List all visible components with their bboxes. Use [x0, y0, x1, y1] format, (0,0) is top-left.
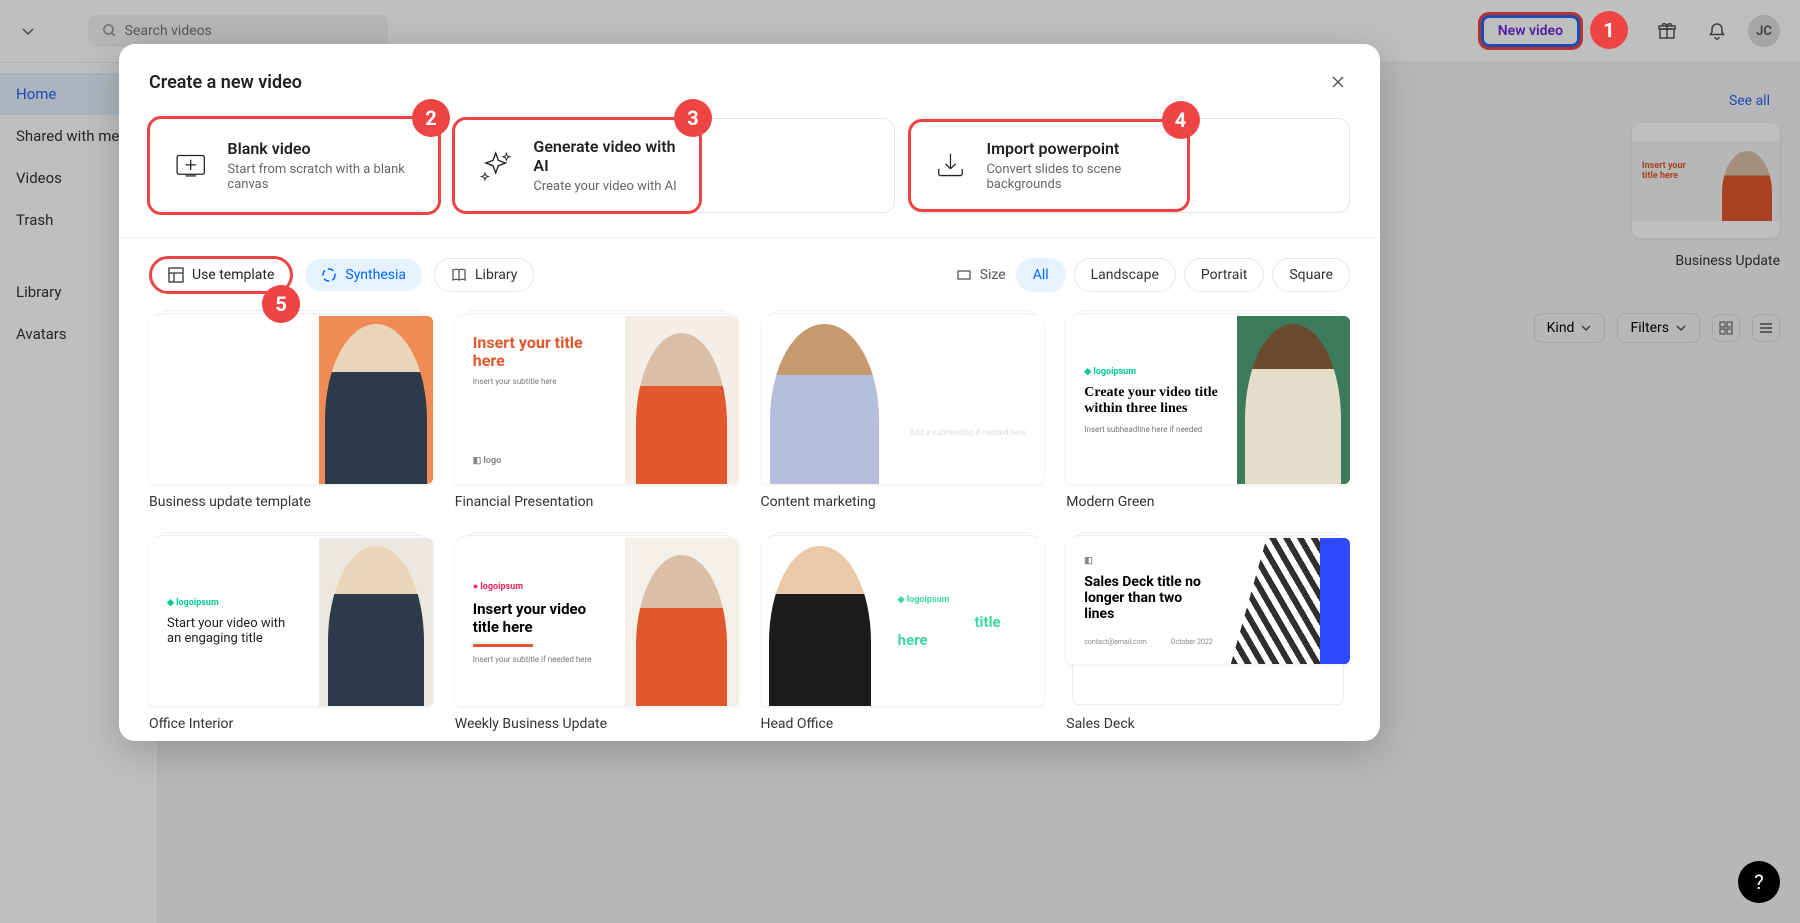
- template-title-text: Sales Deck title no longer than two line…: [1084, 574, 1213, 622]
- logo-chip: ◆ logoipsum: [167, 598, 301, 608]
- synthesia-tab[interactable]: Synthesia: [305, 259, 422, 291]
- import-ppt-card-outer: 4 Import powerpoint Convert slides to sc…: [909, 118, 1351, 213]
- template-card[interactable]: ◆ logoipsum Create your video title with…: [1066, 316, 1350, 510]
- synthesia-icon: [321, 267, 337, 283]
- use-template-tab[interactable]: Use template 5: [149, 256, 293, 294]
- card-subtitle: Create your video with AI: [533, 179, 678, 194]
- generate-ai-card-outer: 3 Generate video with AI Create your vid…: [453, 118, 895, 213]
- annotation-badge-2: 2: [412, 99, 450, 137]
- template-title-text: Insert your title here: [898, 613, 1027, 649]
- template-grid: ◧ logoipsum Enter your video engaging vi…: [119, 304, 1380, 741]
- template-title-text: Enter your video engaging video title he…: [167, 386, 301, 433]
- template-icon: [168, 267, 184, 283]
- logo-chip: ◧ logoipsum: [167, 368, 301, 378]
- logo-chip: ● logoipsum: [473, 581, 607, 592]
- template-card[interactable]: ● logoipsum Insert your video title here…: [455, 538, 739, 732]
- size-square[interactable]: Square: [1272, 258, 1350, 292]
- logo-chip: ◧: [1084, 556, 1213, 566]
- template-name: Modern Green: [1066, 494, 1350, 510]
- card-subtitle: Start from scratch with a blank canvas: [227, 162, 416, 192]
- card-title: Import powerpoint: [986, 139, 1165, 158]
- play-icon: [960, 364, 976, 380]
- template-name: Business update template: [149, 494, 433, 510]
- template-title-text: Insert your video title here: [473, 600, 607, 636]
- sparkle-icon: [476, 144, 515, 188]
- import-icon: [932, 144, 969, 188]
- tab-label: Library: [475, 267, 517, 283]
- template-card[interactable]: ◆ logoipsum Start your video with an eng…: [149, 538, 433, 732]
- blank-video-card[interactable]: 2 Blank video Start from scratch with a …: [149, 118, 439, 213]
- card-title: Generate video with AI: [533, 137, 678, 175]
- template-title-text: Insert your title here: [473, 334, 607, 369]
- create-video-modal: Create a new video 2 Blank video Start f…: [119, 44, 1380, 741]
- annotation-badge-3: 3: [674, 99, 712, 137]
- template-card[interactable]: Insert your title here Insert your subti…: [455, 316, 739, 510]
- annotation-badge-1: 1: [1590, 11, 1628, 49]
- aspect-icon: [956, 267, 972, 283]
- logo-chip: ◆ logoipsum: [898, 595, 1027, 605]
- help-button[interactable]: ?: [1738, 861, 1780, 903]
- logo-chip: ◧ logo: [473, 456, 607, 466]
- size-all[interactable]: All: [1016, 258, 1066, 292]
- card-subtitle: Convert slides to scene backgrounds: [986, 162, 1165, 192]
- template-name: Sales Deck: [1066, 716, 1350, 732]
- template-name: Office Interior: [149, 716, 433, 732]
- template-date: October 2022: [1171, 638, 1213, 646]
- template-name: Weekly Business Update: [455, 716, 739, 732]
- annotation-badge-4: 4: [1162, 101, 1200, 139]
- size-label: Size: [956, 267, 1006, 283]
- tab-label: Synthesia: [345, 267, 406, 283]
- size-portrait[interactable]: Portrait: [1184, 258, 1264, 292]
- size-landscape[interactable]: Landscape: [1074, 258, 1176, 292]
- tab-label: Use template: [192, 267, 274, 283]
- card-title: Blank video: [227, 139, 416, 158]
- generate-ai-card[interactable]: 3 Generate video with AI Create your vid…: [454, 119, 700, 212]
- book-icon: [451, 267, 467, 283]
- template-sub-text: Insert your subtitle here: [473, 377, 607, 386]
- annotation-badge-5: 5: [262, 285, 300, 323]
- logo-chip: ◆ logoipsum: [1084, 367, 1218, 377]
- template-name: Content marketing: [761, 494, 1045, 510]
- template-title-text: Start your video with an engaging title: [167, 616, 285, 646]
- close-button[interactable]: [1326, 70, 1350, 94]
- blank-video-icon: [172, 144, 209, 188]
- template-card[interactable]: Insert your video title here Add a subhe…: [761, 316, 1045, 510]
- template-name: Head Office: [761, 716, 1045, 732]
- import-powerpoint-card[interactable]: 4 Import powerpoint Convert slides to sc…: [910, 121, 1188, 210]
- template-sub-text: Insert subheadline here if needed: [1084, 425, 1218, 434]
- template-card[interactable]: ◧ Sales Deck title no longer than two li…: [1066, 538, 1350, 732]
- template-card[interactable]: ◆ logoipsum Insert your title here Head …: [761, 538, 1045, 732]
- template-email: contact@email.com: [1084, 638, 1147, 646]
- template-sub-text: Add a subheading if needed here: [910, 428, 1026, 437]
- template-card[interactable]: ◧ logoipsum Enter your video engaging vi…: [149, 316, 433, 510]
- template-title-text: Create your video title within three lin…: [1084, 385, 1218, 417]
- template-name: Financial Presentation: [455, 494, 739, 510]
- template-title-text: Insert your video title here: [909, 388, 1026, 420]
- modal-title: Create a new video: [149, 72, 302, 93]
- template-sub-text: Insert your subtitle if needed here: [473, 655, 607, 664]
- library-tab[interactable]: Library: [434, 258, 534, 292]
